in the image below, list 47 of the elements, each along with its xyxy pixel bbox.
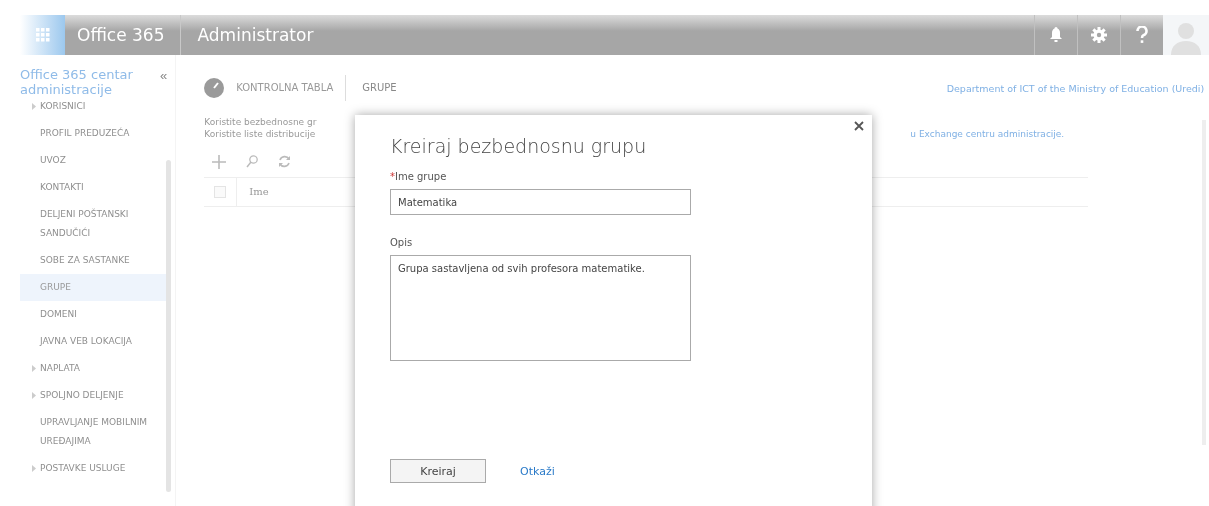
sidebar-item[interactable]: UVOZ [20,147,170,174]
sidebar-item[interactable]: KONTAKTI [20,174,170,201]
question-icon [1136,26,1148,44]
column-header[interactable]: Ime [236,178,269,206]
sidebar-item[interactable]: NAPLATA [20,355,170,382]
sidebar-item[interactable]: DELJENI POŠTANSKI SANDUČIĆI [20,201,170,247]
settings-icon [1091,27,1107,43]
refresh-button[interactable] [278,155,292,169]
sidebar-item[interactable]: POSTAVKE USLUGE [20,455,170,482]
select-all-checkbox[interactable] [214,186,227,198]
create-button[interactable]: Kreiraj [390,459,486,483]
sidebar-item[interactable]: UPRAVLJANJE MOBILNIM UREĐAJIMA [20,409,170,455]
sidebar-item[interactable]: JAVNA VEB LOKACIJA [20,328,170,355]
app-name[interactable]: Office 365 [65,15,182,55]
avatar-button[interactable] [1163,15,1209,55]
sidebar-item[interactable]: SPOLJNO DELJENJE [20,382,170,409]
sidebar-item[interactable]: PROFIL PREDUZEĆA [20,120,170,147]
field-label: Opis [390,237,414,248]
organization-link[interactable]: Department of ICT of the Ministry of Education (Uredi) [946,82,1205,94]
sidebar-item[interactable]: SOBE ZA SASTANKE [20,247,170,274]
search-icon [246,155,259,168]
search-button[interactable] [246,155,259,169]
field-label: *Ime grupe [390,171,448,182]
close-button[interactable] [854,121,864,131]
scrollbar[interactable] [166,160,172,492]
dialog-title: Kreiraj bezbednosnu grupu [390,135,648,157]
close-icon [854,121,864,131]
name-field[interactable]: Matematika [390,189,691,215]
exchange-link[interactable]: u Exchange centru administracije. [910,129,1065,139]
cancel-link[interactable]: Otkaži [520,464,555,478]
sidebar-item[interactable]: KORISNICI [20,97,170,120]
bell-icon [1050,27,1062,43]
collapse-button[interactable]: « [160,67,168,83]
gauge-icon [204,78,225,98]
grid-icon [35,28,50,42]
description-text: Koristite liste distribucije [204,129,316,139]
refresh-icon [278,155,292,168]
breadcrumb-link[interactable]: KONTROLNA TABLA [236,75,334,101]
description-text: Koristite bezbednosne gr [204,117,317,127]
add-button[interactable] [212,155,227,169]
header-title: Administrator [196,24,315,47]
plus-icon [212,155,227,169]
description-field[interactable]: Grupa sastavljena od svih profesora matematike. [390,255,691,361]
sidebar-item[interactable]: DOMENI [20,301,170,328]
breadcrumb-link[interactable]: GRUPE [345,75,397,101]
app-launcher-button[interactable] [20,15,65,55]
sidebar-title: Office 365 centar administracije [20,67,134,97]
